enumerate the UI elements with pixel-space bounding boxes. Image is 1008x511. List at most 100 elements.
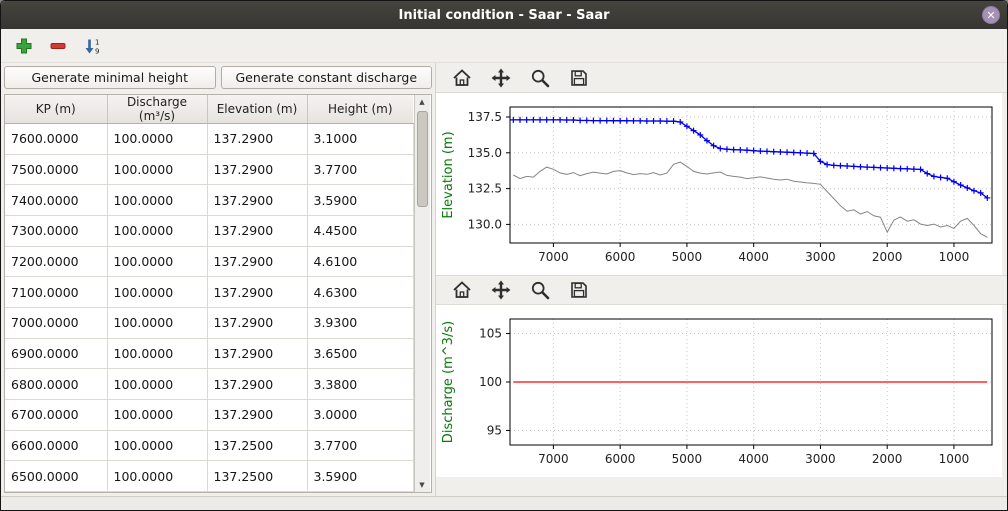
table-row[interactable]: 6900.0000100.0000137.29003.6500: [5, 338, 413, 369]
table-cell[interactable]: 3.3800: [307, 369, 413, 400]
remove-icon: [49, 37, 67, 55]
table-cell[interactable]: 6600.0000: [5, 430, 107, 461]
table-cell[interactable]: 3.7700: [307, 430, 413, 461]
table-cell[interactable]: 3.6500: [307, 338, 413, 369]
table-cell[interactable]: 6500.0000: [5, 461, 107, 492]
column-header-kp[interactable]: KP (m): [5, 95, 107, 124]
table-row[interactable]: 6600.0000100.0000137.25003.7700: [5, 430, 413, 461]
pan-button[interactable]: [487, 277, 515, 303]
svg-text:130.0: 130.0: [468, 217, 502, 231]
table-cell[interactable]: 137.2900: [207, 246, 307, 277]
add-row-button[interactable]: [11, 33, 37, 59]
table-cell[interactable]: 7600.0000: [5, 124, 107, 155]
table-cell[interactable]: 100.0000: [107, 154, 207, 185]
table-cell[interactable]: 100.0000: [107, 277, 207, 308]
svg-text:1000: 1000: [939, 452, 970, 466]
table-cell[interactable]: 137.2900: [207, 399, 307, 430]
discharge-chart[interactable]: 700060005000400030002000100010510095Disc…: [436, 305, 1002, 477]
table-cell[interactable]: 100.0000: [107, 215, 207, 246]
elevation-plot-toolbar: [436, 63, 1007, 93]
table-cell[interactable]: 137.2900: [207, 185, 307, 216]
table-row[interactable]: 6700.0000100.0000137.29003.0000: [5, 399, 413, 430]
scroll-track[interactable]: [415, 109, 430, 478]
column-header-elevation[interactable]: Elevation (m): [207, 95, 307, 124]
table-cell[interactable]: 137.2900: [207, 338, 307, 369]
home-button[interactable]: [448, 277, 476, 303]
table-cell[interactable]: 4.6300: [307, 277, 413, 308]
elevation-chart[interactable]: 7000600050004000300020001000137.5135.013…: [436, 93, 1002, 275]
svg-text:3000: 3000: [805, 452, 836, 466]
zoom-button[interactable]: [526, 277, 554, 303]
svg-text:7000: 7000: [538, 452, 569, 466]
table-row[interactable]: 6800.0000100.0000137.29003.3800: [5, 369, 413, 400]
table-cell[interactable]: 100.0000: [107, 185, 207, 216]
home-button[interactable]: [448, 65, 476, 91]
close-button[interactable]: ✕: [982, 6, 1000, 24]
table-cell[interactable]: 7500.0000: [5, 154, 107, 185]
table-cell[interactable]: 7400.0000: [5, 185, 107, 216]
table-row[interactable]: 7000.0000100.0000137.29003.9300: [5, 307, 413, 338]
column-header-height[interactable]: Height (m): [307, 95, 413, 124]
generate-constant-discharge-button[interactable]: Generate constant discharge: [221, 66, 433, 89]
pan-icon: [491, 68, 511, 88]
svg-text:6000: 6000: [605, 452, 636, 466]
sort-button[interactable]: 1 9: [79, 33, 105, 59]
vertical-scrollbar[interactable]: ▲ ▼: [414, 95, 430, 492]
pan-button[interactable]: [487, 65, 515, 91]
table-cell[interactable]: 137.2900: [207, 154, 307, 185]
initial-condition-table: KP (m) Discharge (m³/s) Elevation (m) He…: [5, 95, 414, 492]
titlebar[interactable]: Initial condition - Saar - Saar ✕: [1, 1, 1007, 29]
scroll-thumb[interactable]: [417, 111, 428, 207]
table-row[interactable]: 7500.0000100.0000137.29003.7700: [5, 154, 413, 185]
remove-row-button[interactable]: [45, 33, 71, 59]
scroll-down-arrow[interactable]: ▼: [415, 478, 430, 492]
table-cell[interactable]: 6800.0000: [5, 369, 107, 400]
table-cell[interactable]: 137.2900: [207, 307, 307, 338]
table-cell[interactable]: 100.0000: [107, 338, 207, 369]
table-cell[interactable]: 3.9300: [307, 307, 413, 338]
table-cell[interactable]: 137.2900: [207, 277, 307, 308]
table-cell[interactable]: 4.6100: [307, 246, 413, 277]
table-cell[interactable]: 7300.0000: [5, 215, 107, 246]
scroll-up-arrow[interactable]: ▲: [415, 95, 430, 109]
table-cell[interactable]: 100.0000: [107, 124, 207, 155]
svg-text:Discharge (m^3/s): Discharge (m^3/s): [441, 321, 456, 443]
table-row[interactable]: 7100.0000100.0000137.29004.6300: [5, 277, 413, 308]
table-cell[interactable]: 100.0000: [107, 399, 207, 430]
table-cell[interactable]: 3.1000: [307, 124, 413, 155]
table-cell[interactable]: 100.0000: [107, 430, 207, 461]
add-icon: [15, 37, 33, 55]
column-header-discharge[interactable]: Discharge (m³/s): [107, 95, 207, 124]
table-cell[interactable]: 3.7700: [307, 154, 413, 185]
table-row[interactable]: 7400.0000100.0000137.29003.5900: [5, 185, 413, 216]
save-button[interactable]: [565, 277, 593, 303]
zoom-button[interactable]: [526, 65, 554, 91]
svg-text:9: 9: [95, 47, 99, 55]
table-row[interactable]: 6500.0000100.0000137.25003.5900: [5, 461, 413, 492]
table-cell[interactable]: 7200.0000: [5, 246, 107, 277]
table-row[interactable]: 7200.0000100.0000137.29004.6100: [5, 246, 413, 277]
table-cell[interactable]: 4.4500: [307, 215, 413, 246]
table-cell[interactable]: 3.5900: [307, 461, 413, 492]
table-cell[interactable]: 3.0000: [307, 399, 413, 430]
table-cell[interactable]: 6700.0000: [5, 399, 107, 430]
table-cell[interactable]: 137.2900: [207, 369, 307, 400]
table-cell[interactable]: 100.0000: [107, 369, 207, 400]
left-panel: Generate minimal height Generate constan…: [1, 63, 435, 496]
table-cell[interactable]: 137.2500: [207, 461, 307, 492]
table-cell[interactable]: 137.2900: [207, 124, 307, 155]
table-cell[interactable]: 7100.0000: [5, 277, 107, 308]
table-cell[interactable]: 6900.0000: [5, 338, 107, 369]
table-row[interactable]: 7300.0000100.0000137.29004.4500: [5, 215, 413, 246]
table-row[interactable]: 7600.0000100.0000137.29003.1000: [5, 124, 413, 155]
table-cell[interactable]: 7000.0000: [5, 307, 107, 338]
table-cell[interactable]: 137.2900: [207, 215, 307, 246]
table-cell[interactable]: 3.5900: [307, 185, 413, 216]
save-button[interactable]: [565, 65, 593, 91]
generate-minimal-height-button[interactable]: Generate minimal height: [4, 66, 216, 89]
svg-text:1: 1: [95, 38, 99, 46]
table-cell[interactable]: 100.0000: [107, 246, 207, 277]
table-cell[interactable]: 100.0000: [107, 461, 207, 492]
table-cell[interactable]: 137.2500: [207, 430, 307, 461]
table-cell[interactable]: 100.0000: [107, 307, 207, 338]
